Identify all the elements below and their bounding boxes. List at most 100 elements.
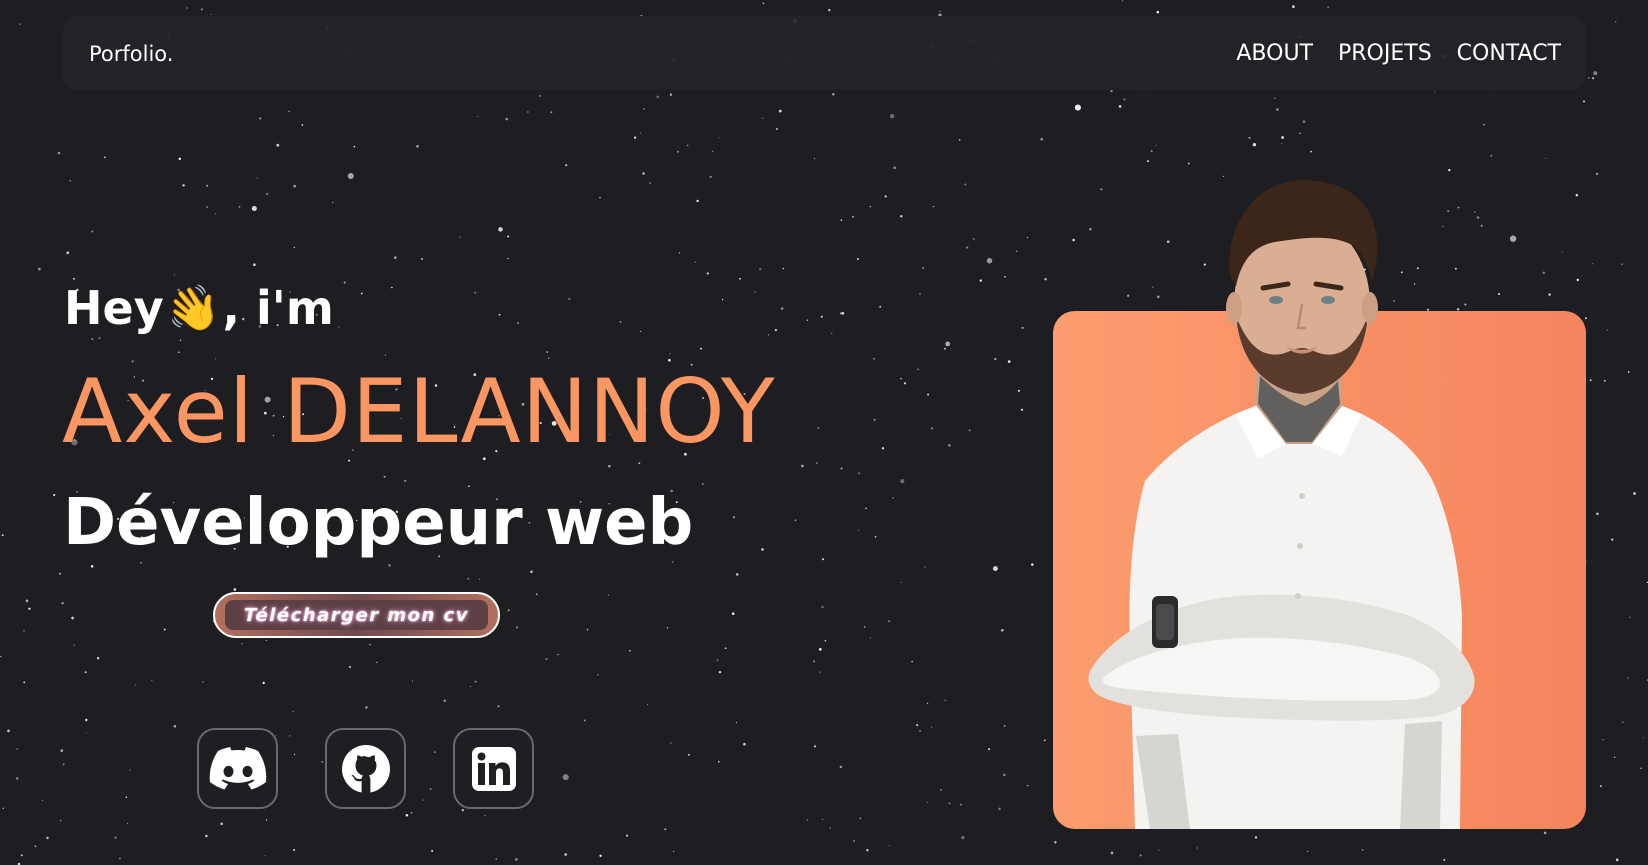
star	[264, 854, 266, 857]
star	[858, 529, 860, 531]
star	[900, 581, 902, 583]
star	[1542, 271, 1546, 275]
star	[383, 475, 386, 478]
star	[1591, 77, 1595, 80]
star	[388, 564, 391, 567]
star	[735, 721, 738, 724]
star	[731, 612, 735, 615]
star	[394, 256, 397, 259]
star	[1110, 89, 1113, 93]
github-button[interactable]	[325, 728, 406, 809]
star	[1000, 628, 1004, 632]
star	[859, 817, 861, 819]
star	[84, 671, 87, 674]
star	[62, 763, 65, 766]
star	[7, 729, 10, 733]
star	[210, 13, 212, 15]
star	[852, 215, 854, 218]
star	[200, 8, 204, 11]
star	[1027, 784, 1029, 787]
star	[735, 573, 739, 576]
star	[932, 205, 935, 208]
star	[293, 848, 296, 851]
star	[919, 293, 921, 295]
star	[23, 681, 26, 684]
star	[669, 93, 673, 96]
star	[562, 774, 569, 781]
star	[778, 109, 782, 113]
star	[46, 836, 49, 840]
star	[20, 854, 23, 857]
linkedin-button[interactable]	[453, 728, 534, 809]
star	[966, 246, 969, 249]
star	[718, 137, 720, 139]
star	[958, 139, 961, 141]
star	[926, 702, 929, 704]
star	[881, 447, 885, 450]
star	[360, 292, 363, 295]
star	[1044, 277, 1047, 281]
star	[1615, 858, 1619, 862]
star	[945, 341, 951, 347]
star	[545, 658, 548, 661]
star	[822, 818, 824, 820]
star	[265, 639, 267, 642]
star	[125, 796, 128, 798]
star	[505, 117, 509, 121]
star	[857, 472, 860, 475]
star	[964, 183, 967, 186]
star	[916, 724, 919, 727]
star	[640, 330, 642, 333]
star	[85, 732, 87, 734]
star	[151, 680, 153, 682]
star	[874, 536, 877, 538]
star	[599, 196, 601, 199]
star	[1640, 767, 1642, 770]
star	[583, 719, 586, 722]
star	[16, 748, 18, 750]
star	[71, 616, 74, 620]
brand-logo[interactable]: Porfolio.	[89, 42, 173, 66]
star	[1633, 492, 1636, 495]
star	[865, 507, 867, 510]
star	[700, 347, 703, 350]
star	[676, 150, 679, 153]
star	[884, 195, 887, 198]
star	[1545, 157, 1547, 159]
star	[34, 845, 37, 848]
star	[892, 496, 894, 499]
star	[25, 599, 29, 603]
star	[1002, 773, 1006, 777]
star	[780, 307, 784, 310]
star	[893, 166, 897, 170]
star	[930, 427, 934, 430]
star	[547, 357, 550, 359]
star	[888, 844, 890, 846]
nav-link-projets[interactable]: PROJETS	[1338, 40, 1432, 68]
star	[238, 205, 241, 208]
star	[743, 742, 746, 746]
star	[565, 163, 568, 167]
star	[391, 286, 393, 289]
star	[673, 850, 675, 852]
download-cv-button[interactable]: Télécharger mon cv	[213, 592, 500, 638]
star	[1627, 371, 1630, 373]
discord-button[interactable]	[197, 728, 278, 809]
star	[126, 822, 129, 825]
star	[1614, 21, 1617, 23]
star	[986, 257, 993, 264]
star	[828, 8, 831, 12]
star	[1026, 236, 1029, 239]
star	[535, 593, 538, 596]
star	[671, 561, 674, 563]
star	[889, 113, 895, 119]
download-cv-label: Télécharger mon cv	[225, 600, 488, 630]
star	[53, 493, 56, 497]
star	[696, 199, 699, 203]
star	[59, 572, 61, 575]
star	[732, 516, 736, 519]
nav-link-about[interactable]: ABOUT	[1236, 40, 1313, 68]
star	[686, 144, 689, 147]
star	[404, 479, 407, 483]
nav-link-contact[interactable]: CONTACT	[1457, 40, 1561, 68]
